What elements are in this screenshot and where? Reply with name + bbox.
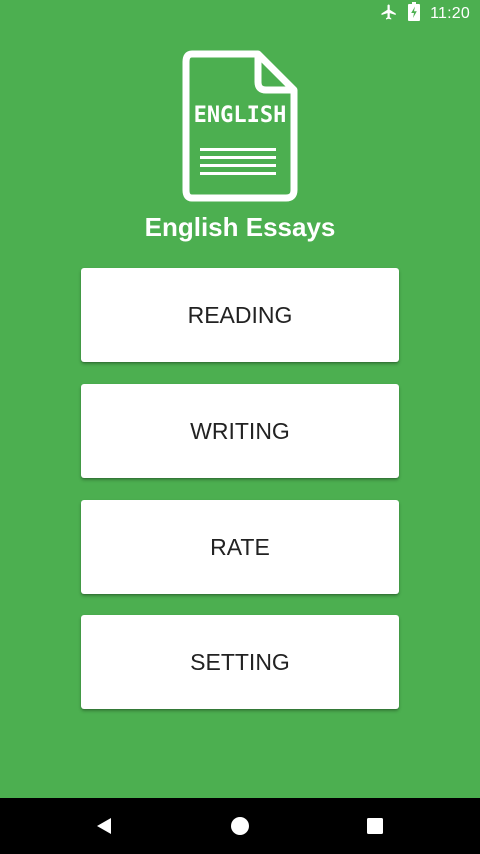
- back-icon[interactable]: [64, 798, 144, 854]
- battery-charging-icon: [408, 2, 421, 26]
- writing-button[interactable]: WRITING: [81, 384, 399, 478]
- status-time: 11:20: [430, 5, 470, 22]
- airplane-icon: [380, 3, 398, 26]
- status-bar: 11:20: [0, 0, 480, 28]
- reading-button[interactable]: READING: [81, 268, 399, 362]
- rate-button[interactable]: RATE: [81, 500, 399, 594]
- logo-text: ENGLISH: [193, 103, 287, 128]
- document-icon: ENGLISH: [182, 50, 298, 202]
- status-icons: 11:20: [380, 0, 470, 28]
- navigation-bar: [0, 798, 480, 854]
- setting-button[interactable]: SETTING: [81, 615, 399, 709]
- home-icon[interactable]: [200, 798, 280, 854]
- app-title: English Essays: [144, 212, 336, 242]
- app-content: ENGLISH English Essays READING WRITING R…: [0, 28, 480, 798]
- recents-icon[interactable]: [335, 798, 415, 854]
